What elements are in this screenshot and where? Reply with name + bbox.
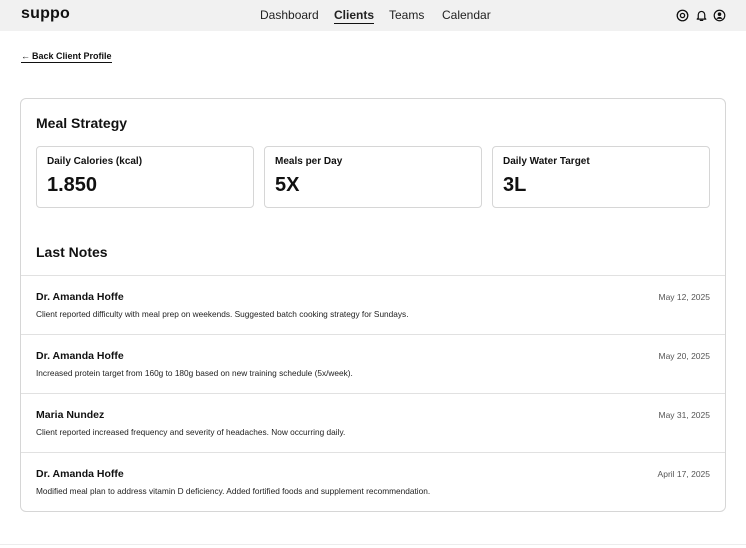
note-date: May 31, 2025 — [658, 410, 710, 420]
footer-divider — [0, 544, 746, 545]
nav-teams[interactable]: Teams — [389, 8, 424, 22]
note-text: Modified meal plan to address vitamin D … — [36, 486, 431, 496]
note-author: Dr. Amanda Hoffe — [36, 291, 124, 303]
note-author: Dr. Amanda Hoffe — [36, 350, 124, 362]
metric-daily-water-target: Daily Water Target 3L — [492, 146, 710, 208]
note-item[interactable]: Dr. Amanda Hoffe April 17, 2025 Modified… — [21, 452, 725, 511]
note-text: Client reported increased frequency and … — [36, 427, 346, 437]
note-text: Increased protein target from 160g to 18… — [36, 368, 353, 378]
metric-daily-calories: Daily Calories (kcal) 1.850 — [36, 146, 254, 208]
notes-list: Dr. Amanda Hoffe May 12, 2025 Client rep… — [21, 275, 725, 511]
note-date: April 17, 2025 — [657, 469, 710, 479]
metric-value: 1.850 — [47, 174, 98, 196]
arrow-left-icon: ← — [21, 51, 30, 61]
meal-strategy-card: Meal Strategy Daily Calories (kcal) 1.85… — [20, 98, 726, 512]
nav-calendar[interactable]: Calendar — [442, 8, 491, 22]
metric-meals-per-day: Meals per Day 5X — [264, 146, 482, 208]
nav-dashboard[interactable]: Dashboard — [260, 8, 319, 22]
back-link-label: Back Client Profile — [32, 51, 112, 61]
metric-label: Daily Calories (kcal) — [47, 156, 143, 167]
note-date: May 20, 2025 — [658, 351, 710, 361]
last-notes-title: Last Notes — [36, 244, 108, 260]
main-nav: Dashboard Clients Teams Calendar — [0, 8, 746, 26]
note-item[interactable]: Dr. Amanda Hoffe May 20, 2025 Increased … — [21, 334, 725, 393]
back-client-profile-link[interactable]: ← Back Client Profile — [21, 51, 112, 63]
note-author: Maria Nundez — [36, 409, 105, 421]
user-icon[interactable] — [713, 9, 726, 22]
note-text: Client reported difficulty with meal pre… — [36, 309, 409, 319]
note-item[interactable]: Dr. Amanda Hoffe May 12, 2025 Client rep… — [21, 275, 725, 334]
metric-label: Meals per Day — [275, 156, 343, 167]
nav-clients[interactable]: Clients — [334, 8, 375, 24]
note-author: Dr. Amanda Hoffe — [36, 468, 124, 480]
metric-value: 5X — [275, 174, 300, 196]
top-navigation-bar: suppo Dashboard Clients Teams Calendar — [0, 0, 746, 31]
bell-icon[interactable] — [695, 9, 708, 22]
note-item[interactable]: Maria Nundez May 31, 2025 Client reporte… — [21, 393, 725, 452]
metric-value: 3L — [503, 174, 527, 196]
note-date: May 12, 2025 — [658, 292, 710, 302]
meal-strategy-title: Meal Strategy — [36, 115, 128, 131]
metric-label: Daily Water Target — [503, 156, 590, 167]
support-icon[interactable] — [676, 9, 689, 22]
